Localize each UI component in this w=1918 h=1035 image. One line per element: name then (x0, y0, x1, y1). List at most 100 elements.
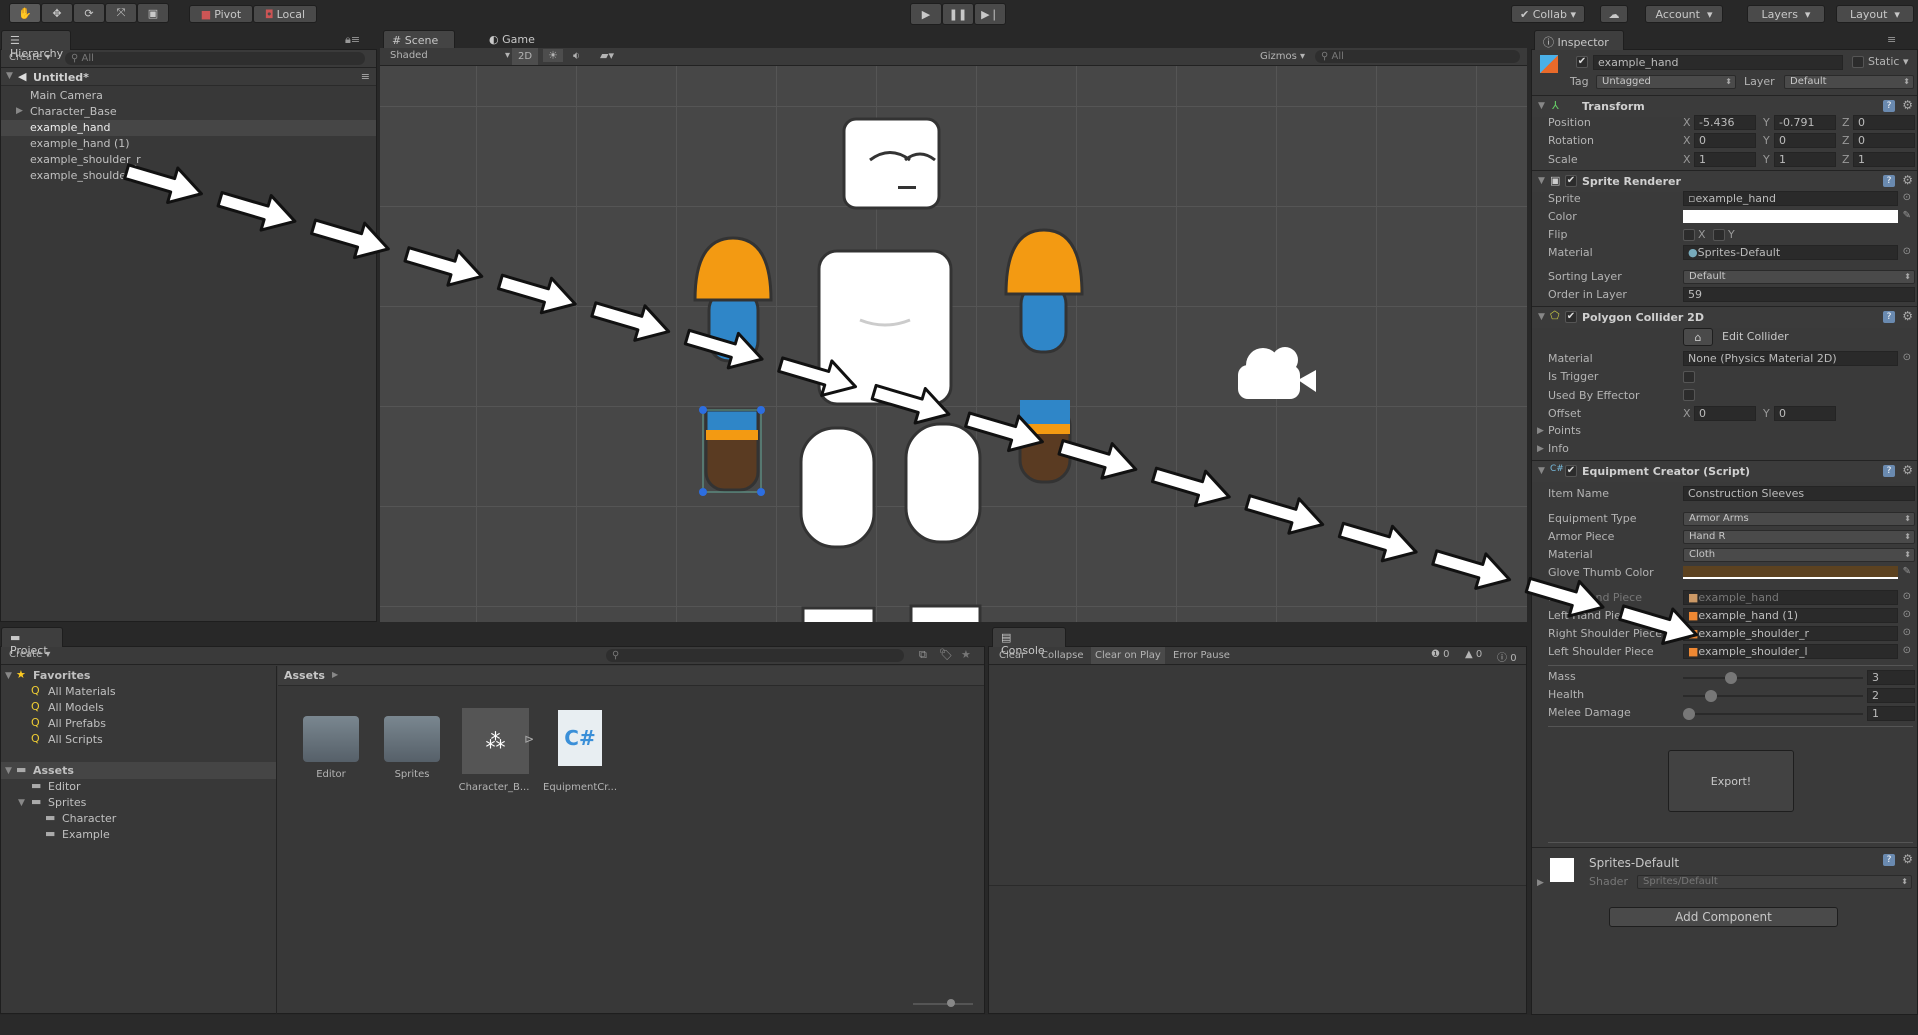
camera-gizmo-icon[interactable] (1238, 347, 1316, 399)
rotation-y-input[interactable]: 0 (1774, 133, 1836, 148)
gear-icon[interactable]: ⚙ (1902, 98, 1913, 112)
pivot-button[interactable]: ■ Pivot (189, 5, 253, 23)
right-shoulder-piece-field[interactable]: ■example_shoulder_r (1683, 626, 1898, 641)
asset-item-sprites[interactable]: Sprites (380, 702, 444, 782)
assets-label[interactable]: Assets (33, 764, 74, 777)
cloud-button[interactable]: ☁ (1600, 5, 1628, 23)
edit-collider-button[interactable]: ⌂ (1683, 328, 1713, 346)
console-log-area[interactable] (989, 666, 1526, 886)
favorite-star-icon[interactable]: ★ (961, 648, 971, 661)
asset-item-equipment-creator[interactable]: C# EquipmentCr... (543, 702, 617, 793)
pause-button[interactable]: ❚❚ (942, 3, 974, 25)
health-slider[interactable] (1683, 690, 1863, 702)
tab-inspector[interactable]: ⓘ Inspector (1534, 30, 1624, 50)
static-label[interactable]: Static ▾ (1868, 55, 1908, 68)
armor-piece-dropdown[interactable]: Hand R (1683, 530, 1915, 544)
left-shoulder-piece-field[interactable]: ■example_shoulder_l (1683, 644, 1898, 659)
info-foldout[interactable]: Info (1548, 442, 1569, 455)
hierarchy-item[interactable]: example_hand (30, 121, 111, 134)
item-name-input[interactable]: Construction Sleeves (1683, 486, 1915, 501)
tab-hierarchy[interactable]: ☰ Hierarchy (1, 30, 71, 60)
character-head[interactable] (842, 117, 941, 210)
tab-scene[interactable]: # Scene (383, 30, 455, 50)
sprite-renderer-enabled-checkbox[interactable]: ✔ (1565, 175, 1577, 187)
flip-y-checkbox[interactable] (1713, 229, 1725, 241)
filter-type-icon[interactable]: ⧉ (919, 648, 927, 662)
clear-on-play-toggle[interactable]: Clear on Play (1091, 647, 1165, 664)
collab-button[interactable]: ✔ Collab ▾ (1511, 5, 1585, 23)
move-tool-icon[interactable]: ✥ (41, 3, 73, 23)
account-dropdown[interactable]: Account ▾ (1645, 5, 1723, 23)
local-button[interactable]: ◘ Local (253, 5, 317, 23)
scene-search-input[interactable]: ⚲ All (1315, 50, 1520, 63)
material-field[interactable]: ●Sprites-Default (1683, 245, 1898, 260)
error-pause-toggle[interactable]: Error Pause (1173, 650, 1230, 661)
asset-item-character-base[interactable]: ⁂ ⊳ Character_B... (458, 702, 538, 793)
object-picker-icon[interactable]: ⊙ (1903, 591, 1911, 602)
rotation-z-input[interactable]: 0 (1853, 133, 1915, 148)
play-button[interactable]: ▶ (910, 3, 942, 25)
folder-item[interactable]: Sprites (48, 796, 86, 809)
equipment-type-dropdown[interactable]: Armor Arms (1683, 512, 1915, 526)
physics-material-field[interactable]: None (Physics Material 2D) (1683, 351, 1898, 366)
mass-input[interactable]: 3 (1867, 670, 1915, 685)
tab-console[interactable]: ▤ Console (992, 627, 1066, 657)
tab-game[interactable]: ◐ Game (489, 33, 535, 46)
favorite-item[interactable]: All Prefabs (48, 717, 106, 730)
gear-icon[interactable]: ⚙ (1902, 463, 1913, 477)
breadcrumb-assets[interactable]: Assets (284, 669, 325, 682)
hierarchy-item[interactable]: example_shoulder_l (30, 169, 139, 182)
asset-item-editor[interactable]: Editor (299, 702, 363, 782)
rotation-x-input[interactable]: 0 (1694, 133, 1756, 148)
object-picker-icon[interactable]: ⊙ (1903, 645, 1911, 656)
used-by-effector-checkbox[interactable] (1683, 389, 1695, 401)
mass-slider[interactable] (1683, 672, 1863, 684)
script-enabled-checkbox[interactable]: ✔ (1565, 465, 1577, 477)
help-icon[interactable]: ? (1883, 854, 1895, 866)
help-icon[interactable]: ? (1883, 465, 1895, 477)
tag-dropdown[interactable]: Untagged (1596, 75, 1736, 89)
project-search-input[interactable]: ⚲ (606, 649, 904, 662)
collapse-button[interactable]: Collapse (1041, 650, 1084, 661)
favorite-item[interactable]: All Scripts (48, 733, 103, 746)
color-swatch[interactable] (1683, 210, 1898, 223)
gear-icon[interactable]: ⚙ (1902, 852, 1913, 866)
active-checkbox[interactable]: ✔ (1576, 56, 1588, 68)
tab-project[interactable]: ▬ Project (1, 627, 63, 657)
polygon-collider-header[interactable]: ▼ ⬠ ✔ Polygon Collider 2D? ⚙ (1532, 306, 1917, 328)
slider-track[interactable] (1683, 713, 1863, 715)
scene-view[interactable] (380, 66, 1527, 622)
points-foldout[interactable]: Points (1548, 424, 1581, 437)
sprite-renderer-header[interactable]: ▼ ▣ ✔ Sprite Renderer? ⚙ (1532, 170, 1917, 192)
audio-toggle-icon[interactable]: 🔉︎ (573, 49, 580, 63)
scale-y-input[interactable]: 1 (1774, 152, 1836, 167)
leg-right[interactable] (799, 426, 876, 549)
lighting-toggle-icon[interactable]: ☀ (543, 49, 563, 62)
hierarchy-item[interactable]: example_hand (1) (30, 137, 130, 150)
position-x-input[interactable]: -5.436 (1694, 115, 1756, 130)
folder-item[interactable]: Example (62, 828, 110, 841)
scale-z-input[interactable]: 1 (1853, 152, 1915, 167)
add-component-button[interactable]: Add Component (1609, 907, 1838, 927)
object-picker-icon[interactable]: ⊙ (1903, 352, 1911, 363)
static-checkbox[interactable] (1852, 56, 1864, 68)
rotate-tool-icon[interactable]: ⟳ (73, 3, 105, 23)
layout-dropdown[interactable]: Layout ▾ (1836, 5, 1914, 23)
gear-icon[interactable]: ⚙ (1902, 309, 1913, 323)
help-icon[interactable]: ? (1883, 311, 1895, 323)
2d-toggle[interactable]: 2D (512, 48, 538, 65)
right-hand-piece-field[interactable]: ■example_hand (1683, 590, 1898, 605)
eyedropper-icon[interactable]: ✎ (1903, 210, 1911, 221)
gear-icon[interactable]: ⚙ (1902, 173, 1913, 187)
object-picker-icon[interactable]: ⊙ (1903, 609, 1911, 620)
favorite-item[interactable]: All Materials (48, 685, 116, 698)
is-trigger-checkbox[interactable] (1683, 371, 1695, 383)
slider-thumb[interactable] (1725, 672, 1737, 684)
folder-item[interactable]: Editor (48, 780, 81, 793)
scene-menu-icon[interactable]: ≡ (361, 70, 370, 83)
hierarchy-item[interactable]: Main Camera (30, 89, 103, 102)
expand-icon[interactable]: ▶ (16, 106, 23, 116)
step-button[interactable]: ▶❘ (974, 3, 1006, 25)
points-expand-icon[interactable]: ▶ (1537, 426, 1544, 436)
leg-left[interactable] (904, 422, 982, 544)
